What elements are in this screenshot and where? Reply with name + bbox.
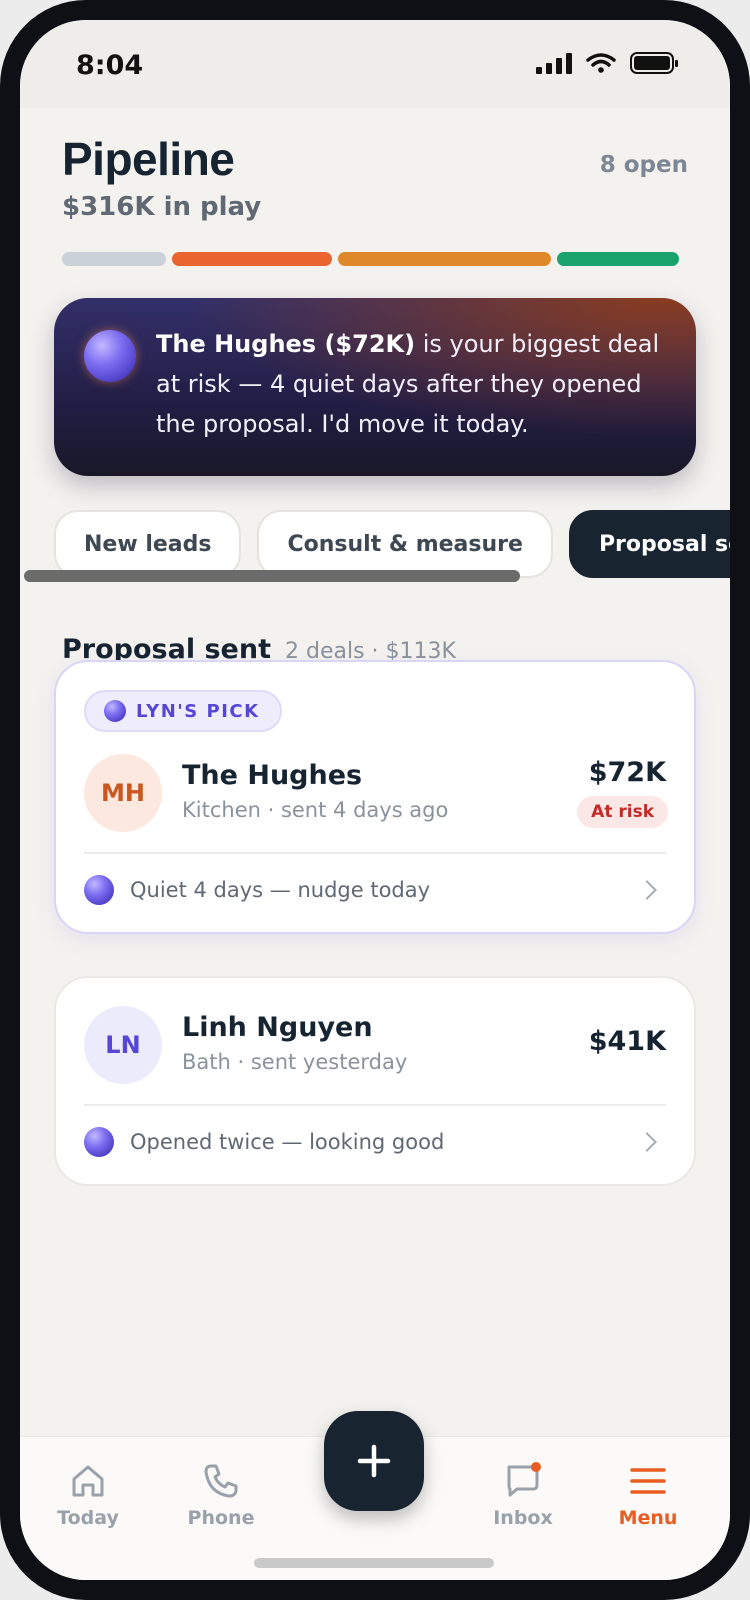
lyns-pick-badge: LYN'S PICK bbox=[84, 690, 282, 732]
chat-bubble-icon bbox=[507, 1462, 541, 1497]
avatar: MH bbox=[84, 754, 162, 832]
app-screen: 8:04 Pipeline 8 open $316K in play The H… bbox=[20, 20, 730, 1580]
deal-note: Opened twice — looking good bbox=[130, 1130, 445, 1154]
deal-note-row[interactable]: Opened twice — looking good bbox=[84, 1120, 666, 1164]
chevron-right-icon bbox=[637, 1132, 657, 1152]
deal-name: Linh Nguyen bbox=[182, 1012, 373, 1043]
insight-text: The Hughes ($72K) is your biggest deal a… bbox=[156, 324, 676, 444]
notification-dot bbox=[531, 1462, 541, 1472]
home-icon bbox=[72, 1465, 104, 1497]
tab-consult-measure[interactable]: Consult & measure bbox=[257, 510, 553, 578]
nav-label: Inbox bbox=[493, 1507, 553, 1529]
page-title: Pipeline bbox=[62, 133, 235, 185]
card-divider bbox=[84, 1104, 666, 1106]
tabs-scrollbar[interactable] bbox=[24, 570, 520, 582]
battery-icon bbox=[630, 52, 678, 74]
nav-phone[interactable]: Phone bbox=[166, 1461, 276, 1529]
assistant-orb-icon bbox=[84, 875, 114, 905]
tab-proposal-sent[interactable]: Proposal sent bbox=[568, 510, 730, 578]
insight-highlight: The Hughes ($72K) bbox=[156, 330, 416, 358]
nav-label: Today bbox=[57, 1507, 119, 1529]
chevron-right-icon bbox=[637, 880, 657, 900]
deal-name: The Hughes bbox=[182, 760, 363, 791]
cellular-signal-icon bbox=[536, 52, 572, 74]
pipeline-stage-bar bbox=[62, 252, 688, 266]
nav-label: Phone bbox=[187, 1507, 255, 1529]
add-button[interactable] bbox=[324, 1411, 424, 1511]
tab-new-leads[interactable]: New leads bbox=[54, 510, 242, 578]
deal-subtitle: Bath · sent yesterday bbox=[182, 1050, 408, 1074]
phone-frame: 8:04 Pipeline 8 open $316K in play The H… bbox=[0, 0, 750, 1600]
pipeline-total: $316K in play bbox=[62, 192, 262, 222]
assistant-orb-icon bbox=[84, 330, 136, 382]
home-indicator[interactable] bbox=[254, 1558, 494, 1568]
stage-segment-won bbox=[557, 252, 679, 266]
pick-badge-label: LYN'S PICK bbox=[136, 700, 260, 722]
deal-card-nguyen[interactable]: LN Linh Nguyen Bath · sent yesterday $41… bbox=[54, 976, 696, 1186]
hamburger-menu-icon bbox=[630, 1468, 666, 1494]
assistant-orb-icon bbox=[104, 700, 126, 722]
deal-subtitle: Kitchen · sent 4 days ago bbox=[182, 798, 449, 822]
status-icons bbox=[536, 52, 678, 74]
stage-segment-proposal bbox=[338, 252, 551, 266]
pipeline-header: Pipeline 8 open $316K in play bbox=[62, 132, 688, 222]
deal-card-hughes[interactable]: LYN'S PICK MH The Hughes Kitchen · sent … bbox=[54, 660, 696, 934]
nav-inbox[interactable]: Inbox bbox=[468, 1461, 578, 1529]
nav-today[interactable]: Today bbox=[33, 1461, 143, 1529]
deal-note-row[interactable]: Quiet 4 days — nudge today bbox=[84, 868, 666, 912]
phone-icon bbox=[204, 1464, 238, 1498]
open-deals-count: 8 open bbox=[599, 152, 688, 178]
plus-icon bbox=[357, 1444, 391, 1478]
nav-menu[interactable]: Menu bbox=[593, 1461, 703, 1529]
at-risk-badge: At risk bbox=[577, 796, 668, 828]
deal-value: $72K bbox=[588, 757, 666, 788]
deal-value: $41K bbox=[588, 1026, 666, 1057]
status-time: 8:04 bbox=[76, 50, 144, 81]
nav-label: Menu bbox=[618, 1507, 678, 1529]
card-divider bbox=[84, 852, 666, 854]
stage-segment-consult bbox=[172, 252, 332, 266]
status-bar: 8:04 bbox=[20, 20, 730, 108]
deal-note: Quiet 4 days — nudge today bbox=[130, 878, 431, 902]
avatar: LN bbox=[84, 1006, 162, 1084]
wifi-icon bbox=[586, 53, 616, 73]
ai-insight-card[interactable]: The Hughes ($72K) is your biggest deal a… bbox=[54, 298, 696, 476]
assistant-orb-icon bbox=[84, 1127, 114, 1157]
stage-segment-new-leads bbox=[62, 252, 166, 266]
